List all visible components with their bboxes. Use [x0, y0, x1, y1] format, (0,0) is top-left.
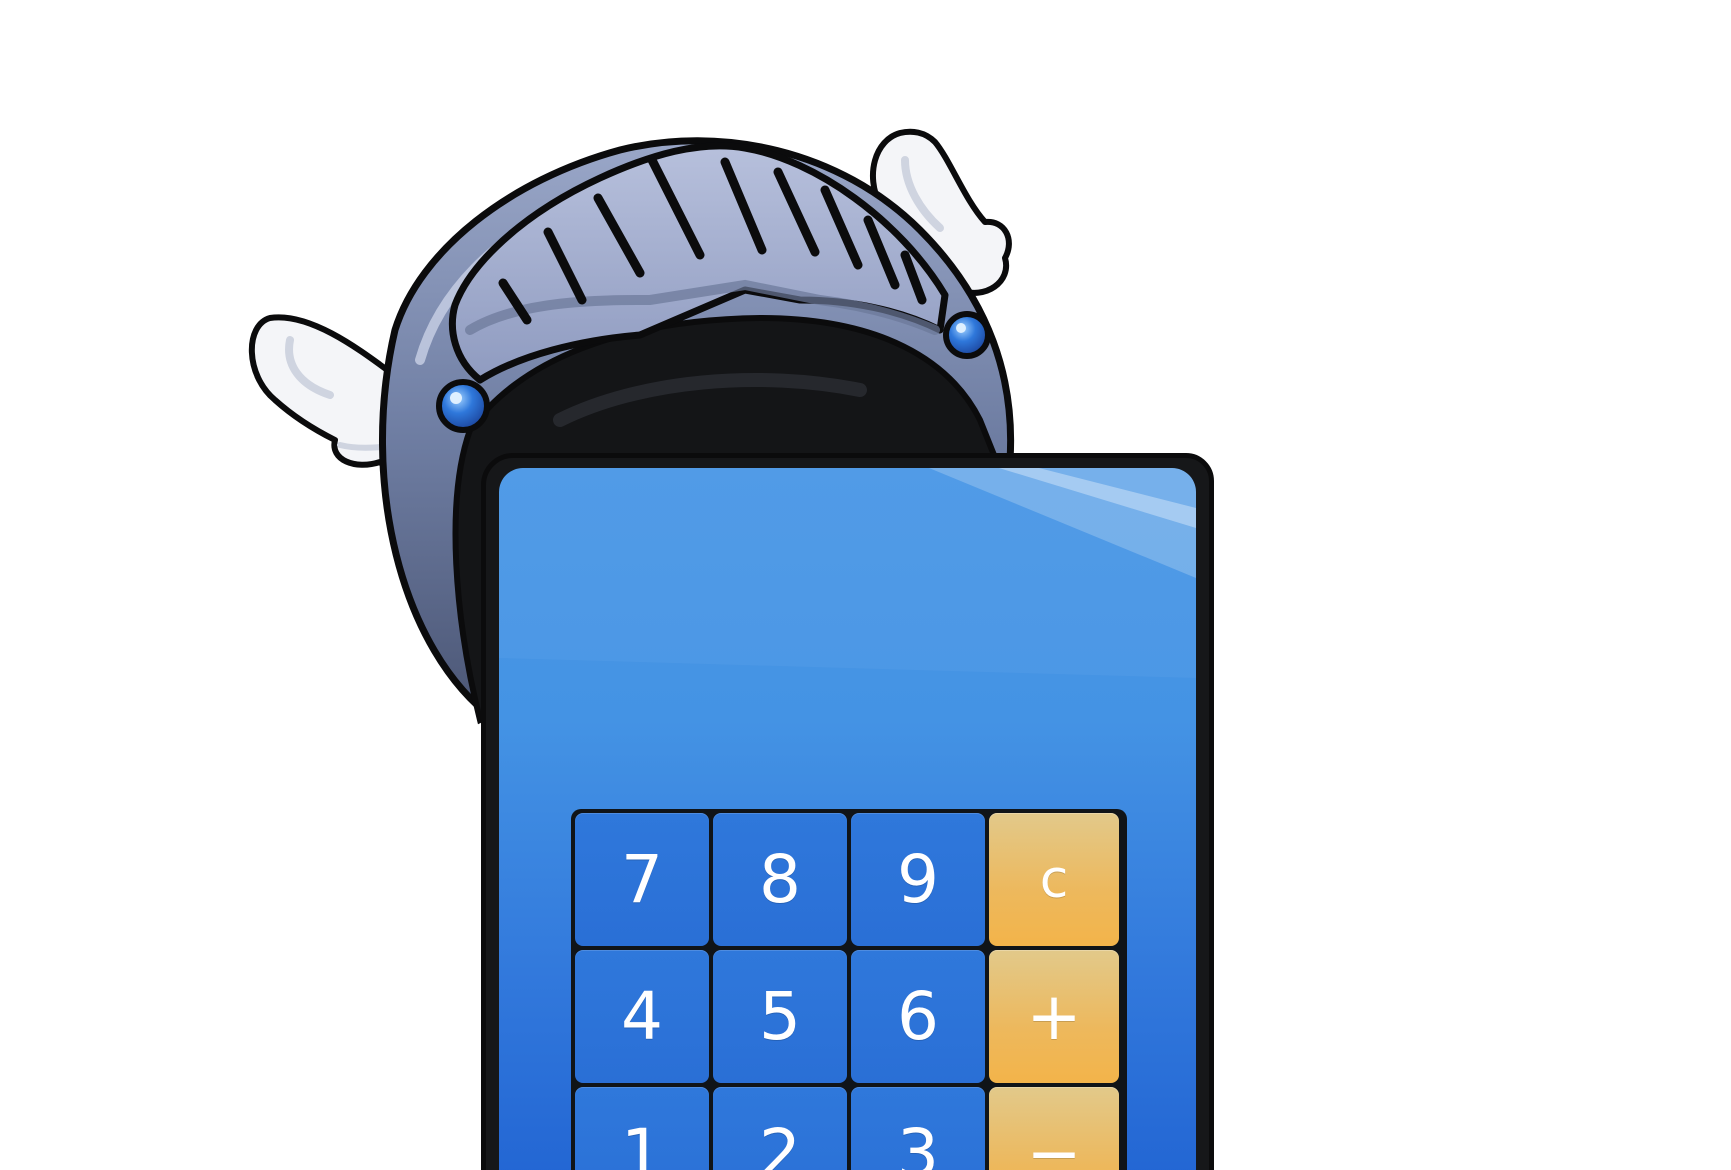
key-4-button[interactable]: 4 [575, 950, 709, 1083]
key-3-button[interactable]: 3 [851, 1087, 985, 1170]
key-plus-button[interactable]: + [989, 950, 1119, 1083]
key-2-button[interactable]: 2 [713, 1087, 847, 1170]
key-5-button[interactable]: 5 [713, 950, 847, 1083]
key-7-button[interactable]: 7 [575, 813, 709, 946]
key-9-button[interactable]: 9 [851, 813, 985, 946]
key-6-button[interactable]: 6 [851, 950, 985, 1083]
key-minus-button[interactable]: − [989, 1087, 1119, 1170]
keypad: 7 8 9 c 4 5 6 +1 2 3− [571, 809, 1127, 1170]
key-8-button[interactable]: 8 [713, 813, 847, 946]
left-gem-icon [436, 379, 490, 433]
key-1-button[interactable]: 1 [575, 1087, 709, 1170]
right-gem-icon [943, 311, 991, 359]
scene: 7 8 9 c 4 5 6 +1 2 3− [0, 0, 1731, 1170]
key-clear-button[interactable]: c [989, 813, 1119, 946]
